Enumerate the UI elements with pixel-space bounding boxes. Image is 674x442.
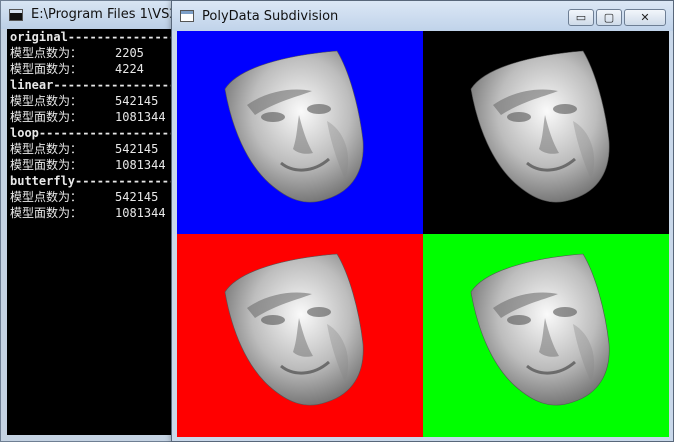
face-mesh-original <box>224 50 364 203</box>
maximize-icon: ▢ <box>603 11 615 24</box>
app-window-icon <box>180 10 194 22</box>
viewport-loop[interactable] <box>177 234 423 437</box>
console-title: E:\Program Files 1\VS20 <box>31 7 186 22</box>
eye-right <box>307 307 331 317</box>
close-icon: ✕ <box>640 11 650 24</box>
minimize-icon: ▭ <box>575 11 587 24</box>
eye-right <box>307 104 331 114</box>
face-mesh-butterfly <box>470 253 610 406</box>
viewport-linear[interactable] <box>423 31 669 234</box>
console-line: 模型点数为： 542145 <box>10 142 159 156</box>
viewport-butterfly[interactable] <box>423 234 669 437</box>
console-line: original------------------ <box>10 30 171 44</box>
console-line: 模型点数为： 2205 <box>10 46 144 60</box>
console-line: butterfly----------------- <box>10 174 171 188</box>
polydata-window[interactable]: PolyData Subdivision ▭ ▢ ✕ <box>171 0 674 442</box>
console-line: 模型面数为： 1081344 <box>10 158 166 172</box>
face-mesh-loop <box>224 253 364 406</box>
viewport-original[interactable] <box>177 31 423 234</box>
face-mesh-linear <box>470 50 610 203</box>
console-window-icon <box>9 9 23 21</box>
render-viewport[interactable] <box>177 31 669 437</box>
minimize-button[interactable]: ▭ <box>568 9 594 26</box>
eye-left <box>261 315 285 325</box>
face-outline <box>470 253 610 406</box>
console-line: 模型面数为： 4224 <box>10 62 144 76</box>
console-line: 模型点数为： 542145 <box>10 190 159 204</box>
console-window[interactable]: E:\Program Files 1\VS20 original--------… <box>0 0 186 442</box>
eye-left <box>261 112 285 122</box>
face-outline <box>470 50 610 203</box>
eye-left <box>507 315 531 325</box>
window-title: PolyData Subdivision <box>202 9 339 24</box>
console-line: 模型面数为： 1081344 <box>10 206 166 220</box>
maximize-button[interactable]: ▢ <box>596 9 622 26</box>
eye-left <box>507 112 531 122</box>
polydata-titlebar[interactable]: PolyData Subdivision ▭ ▢ ✕ <box>172 1 673 31</box>
console-line: 模型点数为： 542145 <box>10 94 159 108</box>
console-line: linear-------------------- <box>10 78 171 92</box>
eye-right <box>553 307 577 317</box>
eye-right <box>553 104 577 114</box>
console-titlebar[interactable]: E:\Program Files 1\VS20 <box>1 1 186 29</box>
console-output: original------------------ 模型点数为：2205 模型… <box>7 29 171 435</box>
close-button[interactable]: ✕ <box>624 9 666 26</box>
face-outline <box>224 50 364 203</box>
console-line: loop---------------------- <box>10 126 171 140</box>
console-line: 模型面数为： 1081344 <box>10 110 166 124</box>
face-outline <box>224 253 364 406</box>
